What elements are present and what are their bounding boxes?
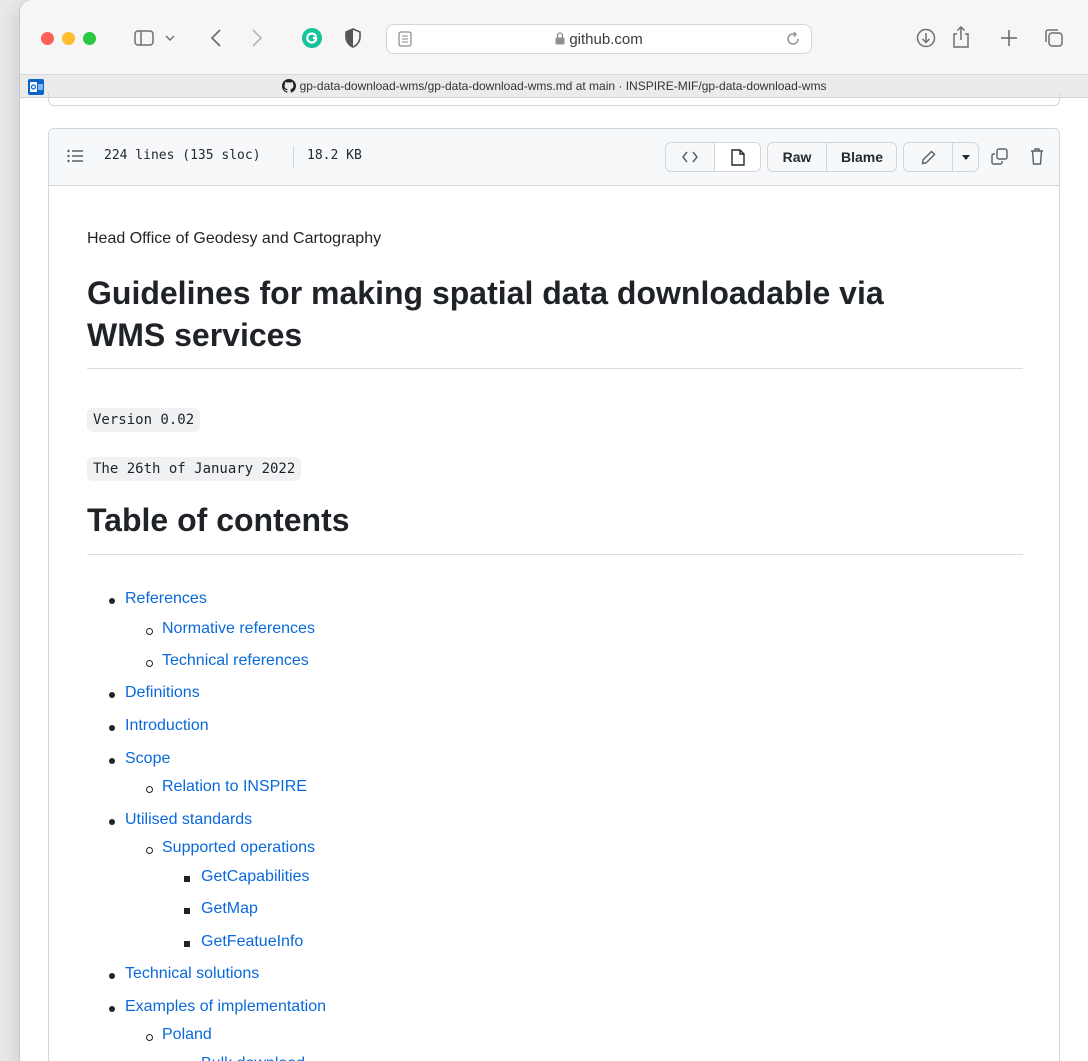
organization-name: Head Office of Geodesy and Cartography <box>87 230 382 247</box>
tab-title-text: gp-data-download-wms/gp-data-download-wm… <box>299 79 827 93</box>
toc-link[interactable]: Scope <box>125 750 170 768</box>
toc-link[interactable]: GetMap <box>201 900 258 918</box>
edit-dropdown-button[interactable] <box>953 143 979 171</box>
edit-button[interactable] <box>904 143 952 171</box>
toc-bullet-level-2 <box>146 847 153 854</box>
code-view-button[interactable] <box>666 143 714 171</box>
toc-link[interactable]: Normative references <box>162 620 315 638</box>
toc-link[interactable]: References <box>125 590 207 608</box>
toc-bullet-level-2 <box>146 786 153 793</box>
trash-icon[interactable] <box>1030 147 1044 170</box>
toc-bullet-level-1 <box>109 819 115 825</box>
preview-view-button[interactable] <box>715 143 760 171</box>
file-lines-count: 224 lines (135 sloc) <box>104 148 261 163</box>
lock-icon <box>555 32 565 49</box>
toc-link[interactable]: Introduction <box>125 717 209 735</box>
toc-bullet-level-2 <box>146 628 153 635</box>
toc-bullet-level-2 <box>146 660 153 667</box>
file-header: 224 lines (135 sloc) 18.2 KB Raw Blame <box>49 129 1059 186</box>
toc-bullet-level-1 <box>109 1006 115 1012</box>
address-bar[interactable]: github.com <box>386 24 812 54</box>
toc-link[interactable]: Examples of implementation <box>125 998 326 1016</box>
toc-heading: Table of contents <box>87 498 1023 555</box>
triangle-down-icon <box>962 154 970 160</box>
toc-bullet-level-2 <box>146 1034 153 1041</box>
pencil-icon <box>921 150 935 164</box>
code-icon <box>682 151 698 163</box>
toc-bullet-level-1 <box>109 758 115 764</box>
new-tab-icon[interactable] <box>997 26 1021 50</box>
file-size: 18.2 KB <box>307 148 362 163</box>
toc-bullet-level-3 <box>184 941 190 947</box>
outline-icon[interactable] <box>67 149 83 168</box>
toc-bullet-level-1 <box>109 692 115 698</box>
zoom-window-button[interactable] <box>83 32 96 45</box>
sidebar-menu-chevron-icon[interactable] <box>163 28 177 48</box>
share-icon[interactable] <box>949 24 973 50</box>
edit-group <box>903 142 979 172</box>
toc-link[interactable]: GetCapabilities <box>201 868 310 886</box>
document-title: Guidelines for making spatial data downl… <box>87 272 1023 369</box>
privacy-shield-icon[interactable] <box>342 26 364 50</box>
version-code: Version 0.02 <box>87 408 201 432</box>
toc-bullet-level-1 <box>109 973 115 979</box>
toc-link[interactable]: Utilised standards <box>125 811 252 829</box>
browser-window: github.com gp-data-download-wms/gp-data-… <box>20 0 1088 1061</box>
date-code: The 26th of January 2022 <box>87 457 302 481</box>
toc-bullet-level-1 <box>109 725 115 731</box>
back-icon[interactable] <box>206 26 226 50</box>
copy-icon[interactable] <box>991 148 1008 170</box>
toc-link[interactable]: Relation to INSPIRE <box>162 778 307 796</box>
blame-button[interactable]: Blame <box>827 143 897 171</box>
toc-link[interactable]: GetFeatueInfo <box>201 933 303 951</box>
url-text: github.com <box>569 31 643 48</box>
toc-link[interactable]: Bulk download <box>201 1055 305 1061</box>
file-info-divider <box>293 146 294 168</box>
toc-bullet-level-1 <box>109 598 115 604</box>
raw-blame-group: Raw Blame <box>767 142 897 172</box>
toc-link[interactable]: Supported operations <box>162 839 315 857</box>
file-viewer: 224 lines (135 sloc) 18.2 KB Raw Blame H… <box>48 128 1060 1061</box>
close-window-button[interactable] <box>41 32 54 45</box>
toc-bullet-level-3 <box>184 876 190 882</box>
browser-toolbar: github.com <box>20 0 1088 74</box>
file-icon <box>730 148 745 166</box>
toc-link[interactable]: Technical references <box>162 652 309 670</box>
minimize-window-button[interactable] <box>62 32 75 45</box>
toc-bullet-level-3 <box>184 908 190 914</box>
reload-icon[interactable] <box>785 31 801 52</box>
previous-section-box <box>48 92 1060 106</box>
url-display[interactable]: github.com <box>387 31 811 49</box>
title-line-1: Guidelines for making spatial data downl… <box>87 275 884 311</box>
title-line-2: WMS services <box>87 317 303 353</box>
toc-link[interactable]: Poland <box>162 1026 212 1044</box>
grammarly-icon[interactable] <box>301 27 323 49</box>
view-toggle <box>665 142 761 172</box>
page-content: 224 lines (135 sloc) 18.2 KB Raw Blame H… <box>20 92 1088 1061</box>
sidebar-icon[interactable] <box>133 27 155 49</box>
raw-button[interactable]: Raw <box>768 143 826 171</box>
forward-icon[interactable] <box>247 26 267 50</box>
tab-overview-icon[interactable] <box>1042 26 1066 50</box>
toc-link[interactable]: Definitions <box>125 684 200 702</box>
toc-link[interactable]: Technical solutions <box>125 965 259 983</box>
downloads-icon[interactable] <box>914 26 938 50</box>
